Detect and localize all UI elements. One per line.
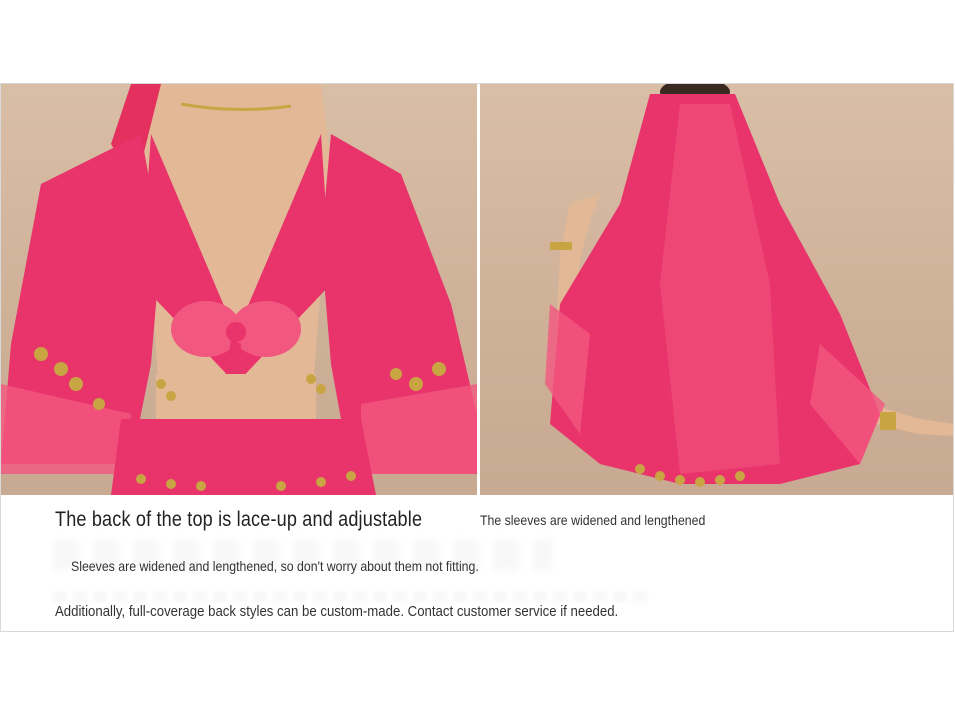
veil-back-photo	[480, 84, 953, 495]
caption-line-custom: Additionally, full-coverage back styles …	[55, 603, 619, 620]
product-detail-panel: The back of the top is lace-up and adjus…	[0, 83, 954, 632]
faded-background-text-line	[53, 592, 653, 602]
caption-side-note: The sleeves are widened and lengthened	[480, 512, 706, 528]
back-lace-up-photo	[1, 84, 477, 495]
caption-title: The back of the top is lace-up and adjus…	[55, 508, 423, 531]
caption-line-sleeves: Sleeves are widened and lengthened, so d…	[71, 558, 479, 574]
